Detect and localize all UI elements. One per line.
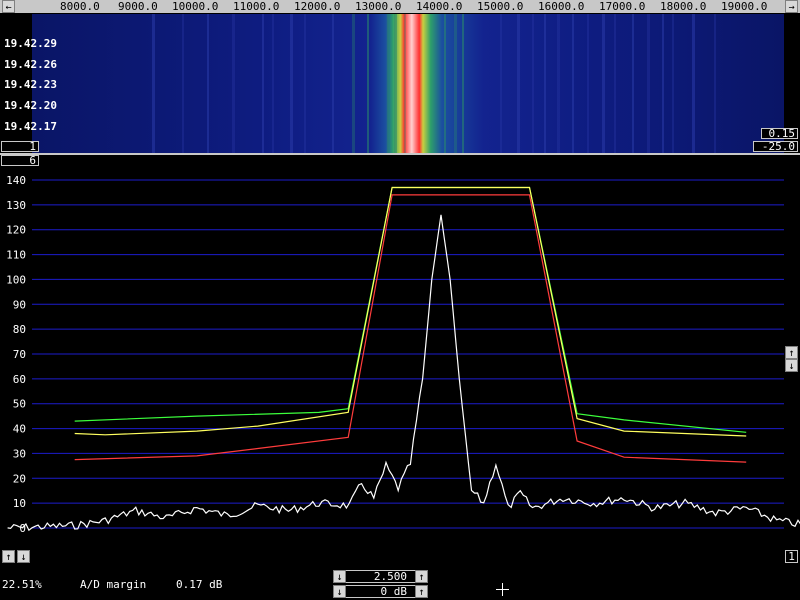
scroll-left-button[interactable]: ← xyxy=(2,0,15,13)
spectrum-scale-up-button[interactable]: ↑ xyxy=(785,346,798,359)
offset-control: ↓ 0 dB ↑ xyxy=(333,585,428,598)
waterfall-streak xyxy=(614,14,616,153)
waterfall-left-box[interactable]: 1 xyxy=(1,141,39,152)
waterfall-gain-box[interactable]: 0.15 xyxy=(761,128,798,139)
waterfall-streak xyxy=(304,14,306,153)
scroll-right-button[interactable]: → xyxy=(785,0,798,13)
y-tick-label: 90 xyxy=(13,298,26,311)
freq-label: 14000.0 xyxy=(416,0,463,13)
waterfall-streak xyxy=(500,14,502,153)
crosshair-cursor-icon xyxy=(496,583,509,596)
waterfall-zero-box[interactable]: -25.0 xyxy=(753,141,798,152)
waterfall-streak xyxy=(290,14,293,153)
waterfall-streak xyxy=(517,14,520,153)
gain-control: ↓ 2.500 ↑ xyxy=(333,570,428,583)
time-label: 19.42.17 xyxy=(4,120,57,133)
offset-value: 0 dB xyxy=(380,585,408,598)
freq-label: 16000.0 xyxy=(538,0,585,13)
spectrum-scale-down-button[interactable]: ↓ xyxy=(785,359,798,372)
waterfall-streak xyxy=(232,14,235,153)
waterfall-streak xyxy=(692,14,695,153)
spectrum-right-box[interactable]: 1 xyxy=(785,550,798,563)
cpu-percent: 22.51% xyxy=(2,578,42,591)
y-tick-label: 140 xyxy=(6,174,26,187)
y-tick-label: 70 xyxy=(13,348,26,361)
y-tick-label: 0 xyxy=(19,522,26,535)
y-tick-label: 120 xyxy=(6,224,26,237)
waterfall-streak xyxy=(444,14,446,153)
waterfall-streak xyxy=(152,14,155,153)
waterfall-streak xyxy=(572,14,574,153)
freq-label: 19000.0 xyxy=(721,0,768,13)
y-tick-label: 10 xyxy=(13,497,26,510)
spectrum-series-white xyxy=(7,214,800,532)
waterfall-streak xyxy=(394,14,397,153)
freq-label: 18000.0 xyxy=(660,0,707,13)
frequency-labels: 8000.0 9000.0 10000.0 11000.0 12000.0 13… xyxy=(32,0,784,13)
y-tick-label: 80 xyxy=(13,323,26,336)
waterfall-display[interactable] xyxy=(32,14,784,153)
y-tick-label: 100 xyxy=(6,273,26,286)
freq-label: 13000.0 xyxy=(355,0,402,13)
waterfall-streak xyxy=(632,14,634,153)
waterfall-streak xyxy=(207,14,209,153)
gain-up-button[interactable]: ↑ xyxy=(415,570,428,583)
offset-down-button[interactable]: ↓ xyxy=(333,585,346,598)
waterfall-streak xyxy=(182,14,184,153)
time-label: 19.42.29 xyxy=(4,37,57,50)
time-label: 19.42.23 xyxy=(4,78,57,91)
y-tick-label: 20 xyxy=(13,472,26,485)
frequency-axis-bar: ← 8000.0 9000.0 10000.0 11000.0 12000.0 … xyxy=(0,0,800,13)
waterfall-streak xyxy=(532,14,534,153)
separator xyxy=(0,153,800,155)
offset-up-button[interactable]: ↑ xyxy=(415,585,428,598)
y-tick-label: 110 xyxy=(6,249,26,262)
freq-label: 8000.0 xyxy=(60,0,100,13)
freq-label: 9000.0 xyxy=(118,0,158,13)
freq-label: 12000.0 xyxy=(294,0,341,13)
waterfall-streak xyxy=(367,14,369,153)
y-tick-label: 40 xyxy=(13,423,26,436)
ad-margin-value: 0.17 dB xyxy=(176,578,223,591)
waterfall-streak xyxy=(544,14,546,153)
waterfall-time-labels: 19.42.29 19.42.26 19.42.23 19.42.20 19.4… xyxy=(0,14,57,153)
spectrum-series-green xyxy=(74,186,747,433)
time-label: 19.42.20 xyxy=(4,99,57,112)
waterfall-streak xyxy=(662,14,664,153)
freq-label: 11000.0 xyxy=(233,0,280,13)
spectrum-offset-down-button[interactable]: ↓ xyxy=(17,550,30,563)
waterfall-streak xyxy=(557,14,560,153)
y-tick-label: 130 xyxy=(6,199,26,212)
freq-label: 10000.0 xyxy=(172,0,219,13)
ad-margin-label: A/D margin xyxy=(80,578,147,591)
waterfall-streak xyxy=(587,14,589,153)
waterfall-streak xyxy=(602,14,605,153)
waterfall-streak xyxy=(272,14,274,153)
y-tick-label: 60 xyxy=(13,373,26,386)
gain-value: 2.500 xyxy=(373,570,407,583)
time-label: 19.42.26 xyxy=(4,58,57,71)
waterfall-streak xyxy=(454,14,457,153)
y-tick-label: 50 xyxy=(13,398,26,411)
waterfall-streak xyxy=(672,14,674,153)
waterfall-streak xyxy=(404,14,406,153)
waterfall-streak xyxy=(332,14,334,153)
waterfall-streak xyxy=(647,14,650,153)
waterfall-streak xyxy=(262,14,264,153)
y-tick-label: 30 xyxy=(13,447,26,460)
gain-down-button[interactable]: ↓ xyxy=(333,570,346,583)
waterfall-streak xyxy=(387,14,389,153)
waterfall-streak xyxy=(462,14,464,153)
spectrum-offset-up-button[interactable]: ↑ xyxy=(2,550,15,563)
spectrum-series-yellow xyxy=(74,186,747,437)
freq-label: 17000.0 xyxy=(599,0,646,13)
waterfall-streak xyxy=(714,14,716,153)
waterfall-streak xyxy=(352,14,355,153)
spectrum-chart[interactable]: 1401301201101009080706050403020100 xyxy=(0,156,800,546)
freq-label: 15000.0 xyxy=(477,0,524,13)
